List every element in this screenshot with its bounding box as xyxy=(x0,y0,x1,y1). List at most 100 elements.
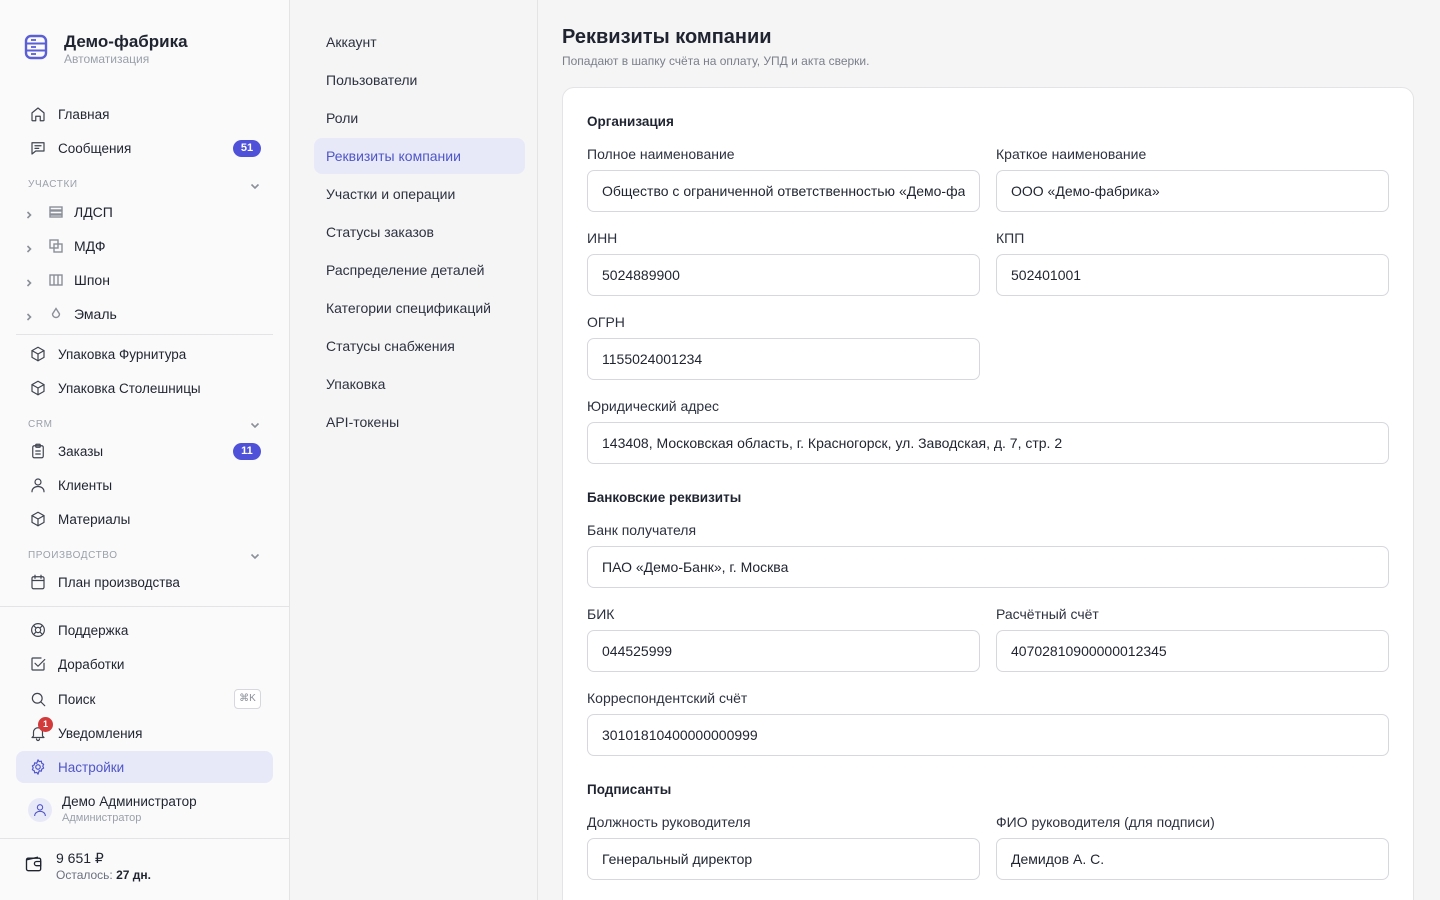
nav-item-notifications[interactable]: 1 Уведомления xyxy=(16,717,273,749)
section-label-production: Производство xyxy=(28,550,118,561)
search-icon xyxy=(28,689,48,709)
server-logo-icon xyxy=(24,34,48,60)
user-icon xyxy=(34,804,46,817)
settings-menu: Аккаунт Пользователи Роли Реквизиты комп… xyxy=(290,0,538,900)
workshop-item-mdf[interactable]: МДФ xyxy=(24,232,105,260)
nav-item-messages[interactable]: Сообщения 51 xyxy=(16,132,273,164)
nav-label: План производства xyxy=(58,574,180,590)
section-label-crm: CRM xyxy=(28,419,53,430)
nav-item-production-plan[interactable]: План производства xyxy=(16,566,273,598)
messages-count-badge: 51 xyxy=(233,140,261,157)
copy-icon xyxy=(48,238,64,254)
page-subtitle: Попадают в шапку счёта на оплату, УПД и … xyxy=(562,54,870,68)
address-label: Юридический адрес xyxy=(587,398,720,414)
head-position-label: Должность руководителя xyxy=(587,814,751,830)
balance-widget[interactable]: 9 651 ₽ Осталось: 27 дн. xyxy=(24,850,151,883)
nav-label: Сообщения xyxy=(58,140,132,156)
main-content: Реквизиты компании Попадают в шапку счёт… xyxy=(538,0,1440,900)
settings-menu-item-spec-categories[interactable]: Категории спецификаций xyxy=(314,290,525,326)
nav-item-packaging-hardware[interactable]: Упаковка Фурнитура xyxy=(16,338,273,370)
nav-item-clients[interactable]: Клиенты xyxy=(16,469,273,501)
settings-menu-item-parts-distribution[interactable]: Распределение деталей xyxy=(314,252,525,288)
nav-item-improvements[interactable]: Доработки xyxy=(16,648,273,680)
settings-menu-item-workshops[interactable]: Участки и операции xyxy=(314,176,525,212)
nav-item-support[interactable]: Поддержка xyxy=(16,614,273,646)
nav-label: Поддержка xyxy=(58,622,129,638)
nav-item-packaging-tops[interactable]: Упаковка Столешницы xyxy=(16,372,273,404)
address-input[interactable] xyxy=(587,422,1389,464)
nav-label: Поиск xyxy=(58,691,96,707)
package-icon xyxy=(28,344,48,364)
package-icon xyxy=(28,378,48,398)
settings-menu-item-packaging[interactable]: Упаковка xyxy=(314,366,525,402)
settings-menu-item-users[interactable]: Пользователи xyxy=(314,62,525,98)
balance-remaining-value: 27 дн. xyxy=(116,868,151,882)
nav-item-search[interactable]: Поиск ⌘K xyxy=(16,683,273,715)
inn-input[interactable] xyxy=(587,254,980,296)
balance-remaining: Осталось: 27 дн. xyxy=(56,867,151,883)
head-name-input[interactable] xyxy=(996,838,1389,880)
calendar-icon xyxy=(28,572,48,592)
nav-label: Материалы xyxy=(58,511,131,527)
ogrn-label: ОГРН xyxy=(587,314,625,330)
kpp-input[interactable] xyxy=(996,254,1389,296)
chevron-right-icon[interactable] xyxy=(24,275,34,287)
home-icon xyxy=(28,104,48,124)
settings-menu-item-supply-statuses[interactable]: Статусы снабжения xyxy=(314,328,525,364)
nav-label: Доработки xyxy=(58,656,125,672)
nav-item-materials[interactable]: Материалы xyxy=(16,503,273,535)
page-title: Реквизиты компании xyxy=(562,26,772,48)
user-name: Демо Администратор xyxy=(62,794,197,809)
nav-item-orders[interactable]: Заказы 11 xyxy=(16,435,273,467)
full-name-input[interactable] xyxy=(587,170,980,212)
orders-count-badge: 11 xyxy=(233,443,261,460)
balance-remaining-label: Осталось: xyxy=(56,868,113,882)
nav-label: Настройки xyxy=(58,759,125,775)
bik-input[interactable] xyxy=(587,630,980,672)
nav-label: Главная xyxy=(58,106,110,122)
gear-icon xyxy=(28,757,48,777)
chevron-down-icon[interactable] xyxy=(249,549,261,561)
short-name-input[interactable] xyxy=(996,170,1389,212)
brand-title: Демо-фабрика xyxy=(64,32,188,51)
settings-menu-item-roles[interactable]: Роли xyxy=(314,100,525,136)
kpp-label: КПП xyxy=(996,230,1025,246)
bank-input[interactable] xyxy=(587,546,1389,588)
layers-icon xyxy=(48,204,64,220)
settings-menu-item-order-statuses[interactable]: Статусы заказов xyxy=(314,214,525,250)
chevron-right-icon[interactable] xyxy=(24,309,34,321)
avatar xyxy=(28,798,52,822)
settings-menu-item-api-tokens[interactable]: API-токены xyxy=(314,404,525,440)
group-title-organization: Организация xyxy=(587,114,674,129)
chevron-right-icon[interactable] xyxy=(24,207,34,219)
nav-item-settings[interactable]: Настройки xyxy=(16,751,273,783)
message-icon xyxy=(28,138,48,158)
corr-account-input[interactable] xyxy=(587,714,1389,756)
chevron-right-icon[interactable] xyxy=(24,241,34,253)
workshop-label: Эмаль xyxy=(74,306,117,322)
workshop-item-enamel[interactable]: Эмаль xyxy=(24,300,117,328)
user-profile[interactable]: Демо Администратор Администратор xyxy=(28,794,197,826)
group-title-signers: Подписанты xyxy=(587,782,672,797)
workshop-item-veneer[interactable]: Шпон xyxy=(24,266,110,294)
workshop-item-ldsp[interactable]: ЛДСП xyxy=(24,198,113,226)
ogrn-input[interactable] xyxy=(587,338,980,380)
settings-menu-item-company-details[interactable]: Реквизиты компании xyxy=(314,138,525,174)
nav-label: Упаковка Столешницы xyxy=(58,380,201,396)
bank-label: Банк получателя xyxy=(587,522,697,538)
chevron-down-icon[interactable] xyxy=(249,418,261,430)
nav-label: Клиенты xyxy=(58,477,113,493)
nav-label: Упаковка Фурнитура xyxy=(58,346,187,362)
columns-icon xyxy=(48,272,64,288)
user-icon xyxy=(28,475,48,495)
sidebar: Демо-фабрика Автоматизация Главная Сообщ… xyxy=(0,0,290,900)
nav-item-home[interactable]: Главная xyxy=(16,98,273,130)
head-position-input[interactable] xyxy=(587,838,980,880)
divider xyxy=(0,606,290,607)
settings-menu-item-account[interactable]: Аккаунт xyxy=(314,24,525,60)
lifebuoy-icon xyxy=(28,620,48,640)
workshop-label: Шпон xyxy=(74,272,110,288)
account-input[interactable] xyxy=(996,630,1389,672)
brand[interactable]: Демо-фабрика Автоматизация xyxy=(24,32,188,66)
chevron-down-icon[interactable] xyxy=(249,179,261,191)
